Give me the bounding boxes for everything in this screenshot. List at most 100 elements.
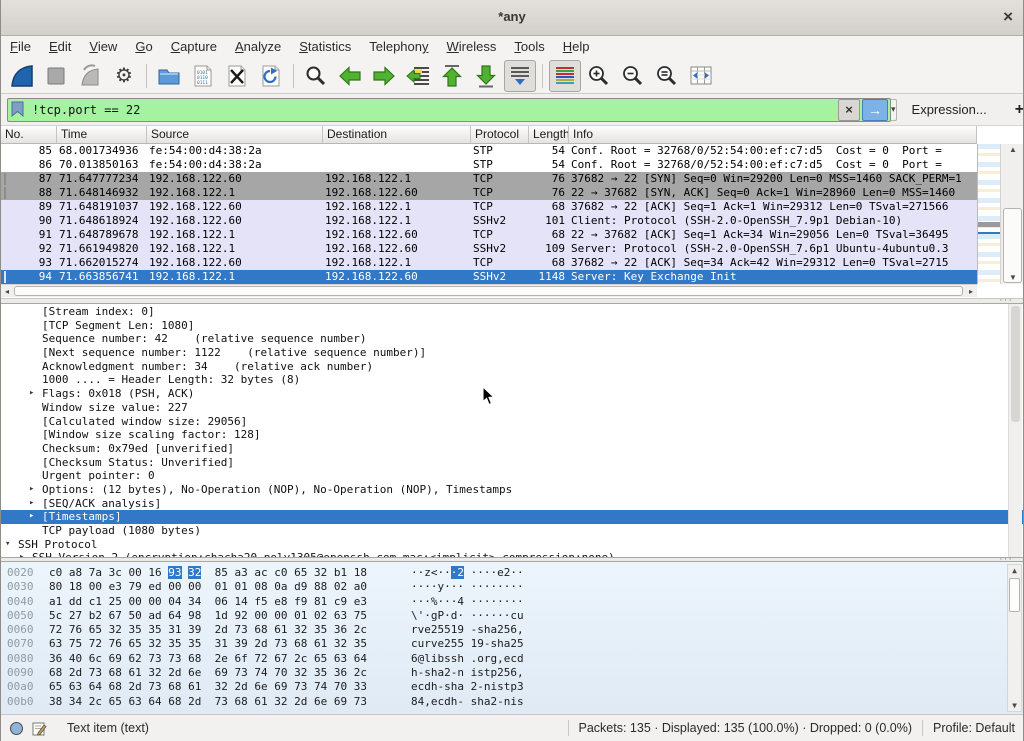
menu-capture[interactable]: Capture (162, 36, 226, 58)
go-first-button[interactable] (436, 60, 468, 92)
detail-line[interactable]: [Window size scaling factor: 128] (1, 428, 1023, 442)
detail-line[interactable]: ▸[SEQ/ACK analysis] (1, 497, 1023, 511)
status-profile[interactable]: Profile: Default (933, 721, 1015, 735)
menu-go[interactable]: Go (126, 36, 161, 58)
close-icon[interactable]: × (1003, 7, 1013, 27)
find-packet-button[interactable] (300, 60, 332, 92)
packet-row-93[interactable]: 9371.662015274192.168.122.60192.168.122.… (1, 256, 977, 270)
packet-row-90[interactable]: 9071.648618924192.168.122.60192.168.122.… (1, 214, 977, 228)
detail-line[interactable]: ▸Flags: 0x018 (PSH, ACK) (1, 387, 1023, 401)
column-header-source[interactable]: Source (147, 126, 323, 143)
menu-help[interactable]: Help (554, 36, 599, 58)
menu-tools[interactable]: Tools (505, 36, 553, 58)
menu-analyze[interactable]: Analyze (226, 36, 290, 58)
packet-row-88[interactable]: 8871.648146932192.168.122.1192.168.122.6… (1, 186, 977, 200)
filter-input[interactable]: !tcp.port == 22 × → (7, 98, 891, 122)
titlebar[interactable]: *any × (1, 0, 1023, 36)
details-scroll-thumb[interactable] (1011, 306, 1020, 422)
packet-row-86[interactable]: 8670.013850163fe:54:00:d4:38:2aSTP54Conf… (1, 158, 977, 172)
scroll-up-icon[interactable]: ▲ (1008, 565, 1021, 576)
open-file-button[interactable] (153, 60, 185, 92)
filter-history-caret[interactable]: ▾ (891, 99, 897, 121)
menu-edit[interactable]: Edit (40, 36, 80, 58)
column-header-info[interactable]: Info (569, 126, 977, 143)
clear-filter-button[interactable]: × (838, 99, 860, 121)
detail-line[interactable]: Acknowledgment number: 34 (relative ack … (1, 360, 1023, 374)
column-header-destination[interactable]: Destination (323, 126, 471, 143)
packet-minimap[interactable] (977, 144, 1000, 284)
go-forward-button[interactable] (368, 60, 400, 92)
detail-line[interactable]: Sequence number: 42 (relative sequence n… (1, 332, 1023, 346)
reload-file-button[interactable] (255, 60, 287, 92)
tree-collapsed-icon[interactable]: ▸ (29, 510, 42, 524)
packet-vscrollbar[interactable]: ▲ ▼ (1000, 144, 1024, 284)
detail-line[interactable]: [Stream index: 0] (1, 305, 1023, 319)
column-header-time[interactable]: Time (57, 126, 147, 143)
hscroll-thumb[interactable] (14, 286, 963, 296)
expression-button[interactable]: Expression... (912, 102, 987, 117)
bookmark-icon[interactable] (10, 101, 26, 118)
detail-line[interactable]: [Checksum Status: Unverified] (1, 456, 1023, 470)
menu-telephony[interactable]: Telephony (360, 36, 437, 58)
detail-line[interactable]: Checksum: 0x79ed [unverified] (1, 442, 1023, 456)
packet-row-94[interactable]: 9471.663856741192.168.122.1192.168.122.6… (1, 270, 977, 284)
menu-view[interactable]: View (80, 36, 126, 58)
details-scrollbar[interactable] (1008, 304, 1022, 557)
hex-row-0040[interactable]: 0040a1 dd c1 25 00 00 04 34 06 14 f5 e8 … (1, 595, 1023, 609)
capture-options-button[interactable]: ⚙ (108, 60, 140, 92)
go-back-button[interactable] (334, 60, 366, 92)
stop-capture-button[interactable] (40, 60, 72, 92)
zoom-in-button[interactable] (583, 60, 615, 92)
scroll-up-icon[interactable]: ▲ (1001, 144, 1024, 156)
packet-row-89[interactable]: 8971.648191037192.168.122.60192.168.122.… (1, 200, 977, 214)
column-header-protocol[interactable]: Protocol (471, 126, 529, 143)
colorize-packets-button[interactable] (549, 60, 581, 92)
hex-scrollbar[interactable]: ▲ ▼ (1007, 564, 1022, 712)
column-header-length[interactable]: Length (529, 126, 569, 143)
resize-columns-button[interactable] (685, 60, 717, 92)
save-file-button[interactable]: 010101100111 (187, 60, 219, 92)
tree-collapsed-icon[interactable]: ▸ (29, 387, 42, 401)
packet-row-85[interactable]: 8568.001734936fe:54:00:d4:38:2aSTP54Conf… (1, 144, 977, 158)
detail-line[interactable]: [Calculated window size: 29056] (1, 415, 1023, 429)
menu-wireless[interactable]: Wireless (438, 36, 506, 58)
auto-scroll-button[interactable] (504, 60, 536, 92)
menu-file[interactable]: File (1, 36, 40, 58)
detail-line[interactable]: [Next sequence number: 1122 (relative se… (1, 346, 1023, 360)
hex-scroll-thumb[interactable] (1009, 578, 1020, 612)
hex-row-0030[interactable]: 003080 18 00 e3 79 ed 00 00 01 01 08 0a … (1, 580, 1023, 594)
hex-row-0090[interactable]: 009068 2d 73 68 61 32 2d 6e 69 73 74 70 … (1, 666, 1023, 680)
apply-filter-button[interactable]: → (862, 99, 888, 121)
tree-expanded-icon[interactable]: ▾ (5, 538, 18, 552)
detail-line[interactable]: 1000 .... = Header Length: 32 bytes (8) (1, 373, 1023, 387)
detail-line[interactable]: Window size value: 227 (1, 401, 1023, 415)
detail-line[interactable]: ▸[Timestamps] (1, 510, 1023, 524)
scroll-right-icon[interactable]: ▸ (965, 285, 977, 297)
detail-line[interactable]: [TCP Segment Len: 1080] (1, 319, 1023, 333)
hex-row-00a0[interactable]: 00a065 63 64 68 2d 73 68 61 32 2d 6e 69 … (1, 680, 1023, 694)
hex-row-0070[interactable]: 007063 75 72 76 65 32 35 35 31 39 2d 73 … (1, 637, 1023, 651)
hex-row-0060[interactable]: 006072 76 65 32 35 35 31 39 2d 73 68 61 … (1, 623, 1023, 637)
capture-file-properties-icon[interactable] (9, 721, 24, 736)
tree-collapsed-icon[interactable]: ▸ (29, 497, 42, 511)
hex-row-0020[interactable]: 0020c0 a8 7a 3c 00 16 93 32 85 a3 ac c0 … (1, 566, 1023, 580)
packet-hscrollbar[interactable]: ◂ ▸ (1, 284, 977, 297)
packet-row-87[interactable]: 8771.647777234192.168.122.60192.168.122.… (1, 172, 977, 186)
go-to-packet-button[interactable] (402, 60, 434, 92)
menu-statistics[interactable]: Statistics (290, 36, 360, 58)
tree-collapsed-icon[interactable]: ▸ (29, 483, 42, 497)
go-last-button[interactable] (470, 60, 502, 92)
filter-text[interactable]: !tcp.port == 22 (32, 103, 838, 117)
hex-row-0080[interactable]: 008036 40 6c 69 62 73 73 68 2e 6f 72 67 … (1, 652, 1023, 666)
scroll-down-icon[interactable]: ▼ (1001, 272, 1024, 284)
zoom-reset-button[interactable] (651, 60, 683, 92)
capture-comment-icon[interactable] (32, 721, 47, 736)
detail-line[interactable]: ▸Options: (12 bytes), No-Operation (NOP)… (1, 483, 1023, 497)
detail-line[interactable]: Urgent pointer: 0 (1, 469, 1023, 483)
packet-row-91[interactable]: 9171.648789678192.168.122.1192.168.122.6… (1, 228, 977, 242)
column-header-no[interactable]: No. (1, 126, 57, 143)
restart-capture-button[interactable] (74, 60, 106, 92)
packet-row-92[interactable]: 9271.661949820192.168.122.1192.168.122.6… (1, 242, 977, 256)
start-capture-button[interactable] (6, 60, 38, 92)
detail-line[interactable]: TCP payload (1080 bytes) (1, 524, 1023, 538)
